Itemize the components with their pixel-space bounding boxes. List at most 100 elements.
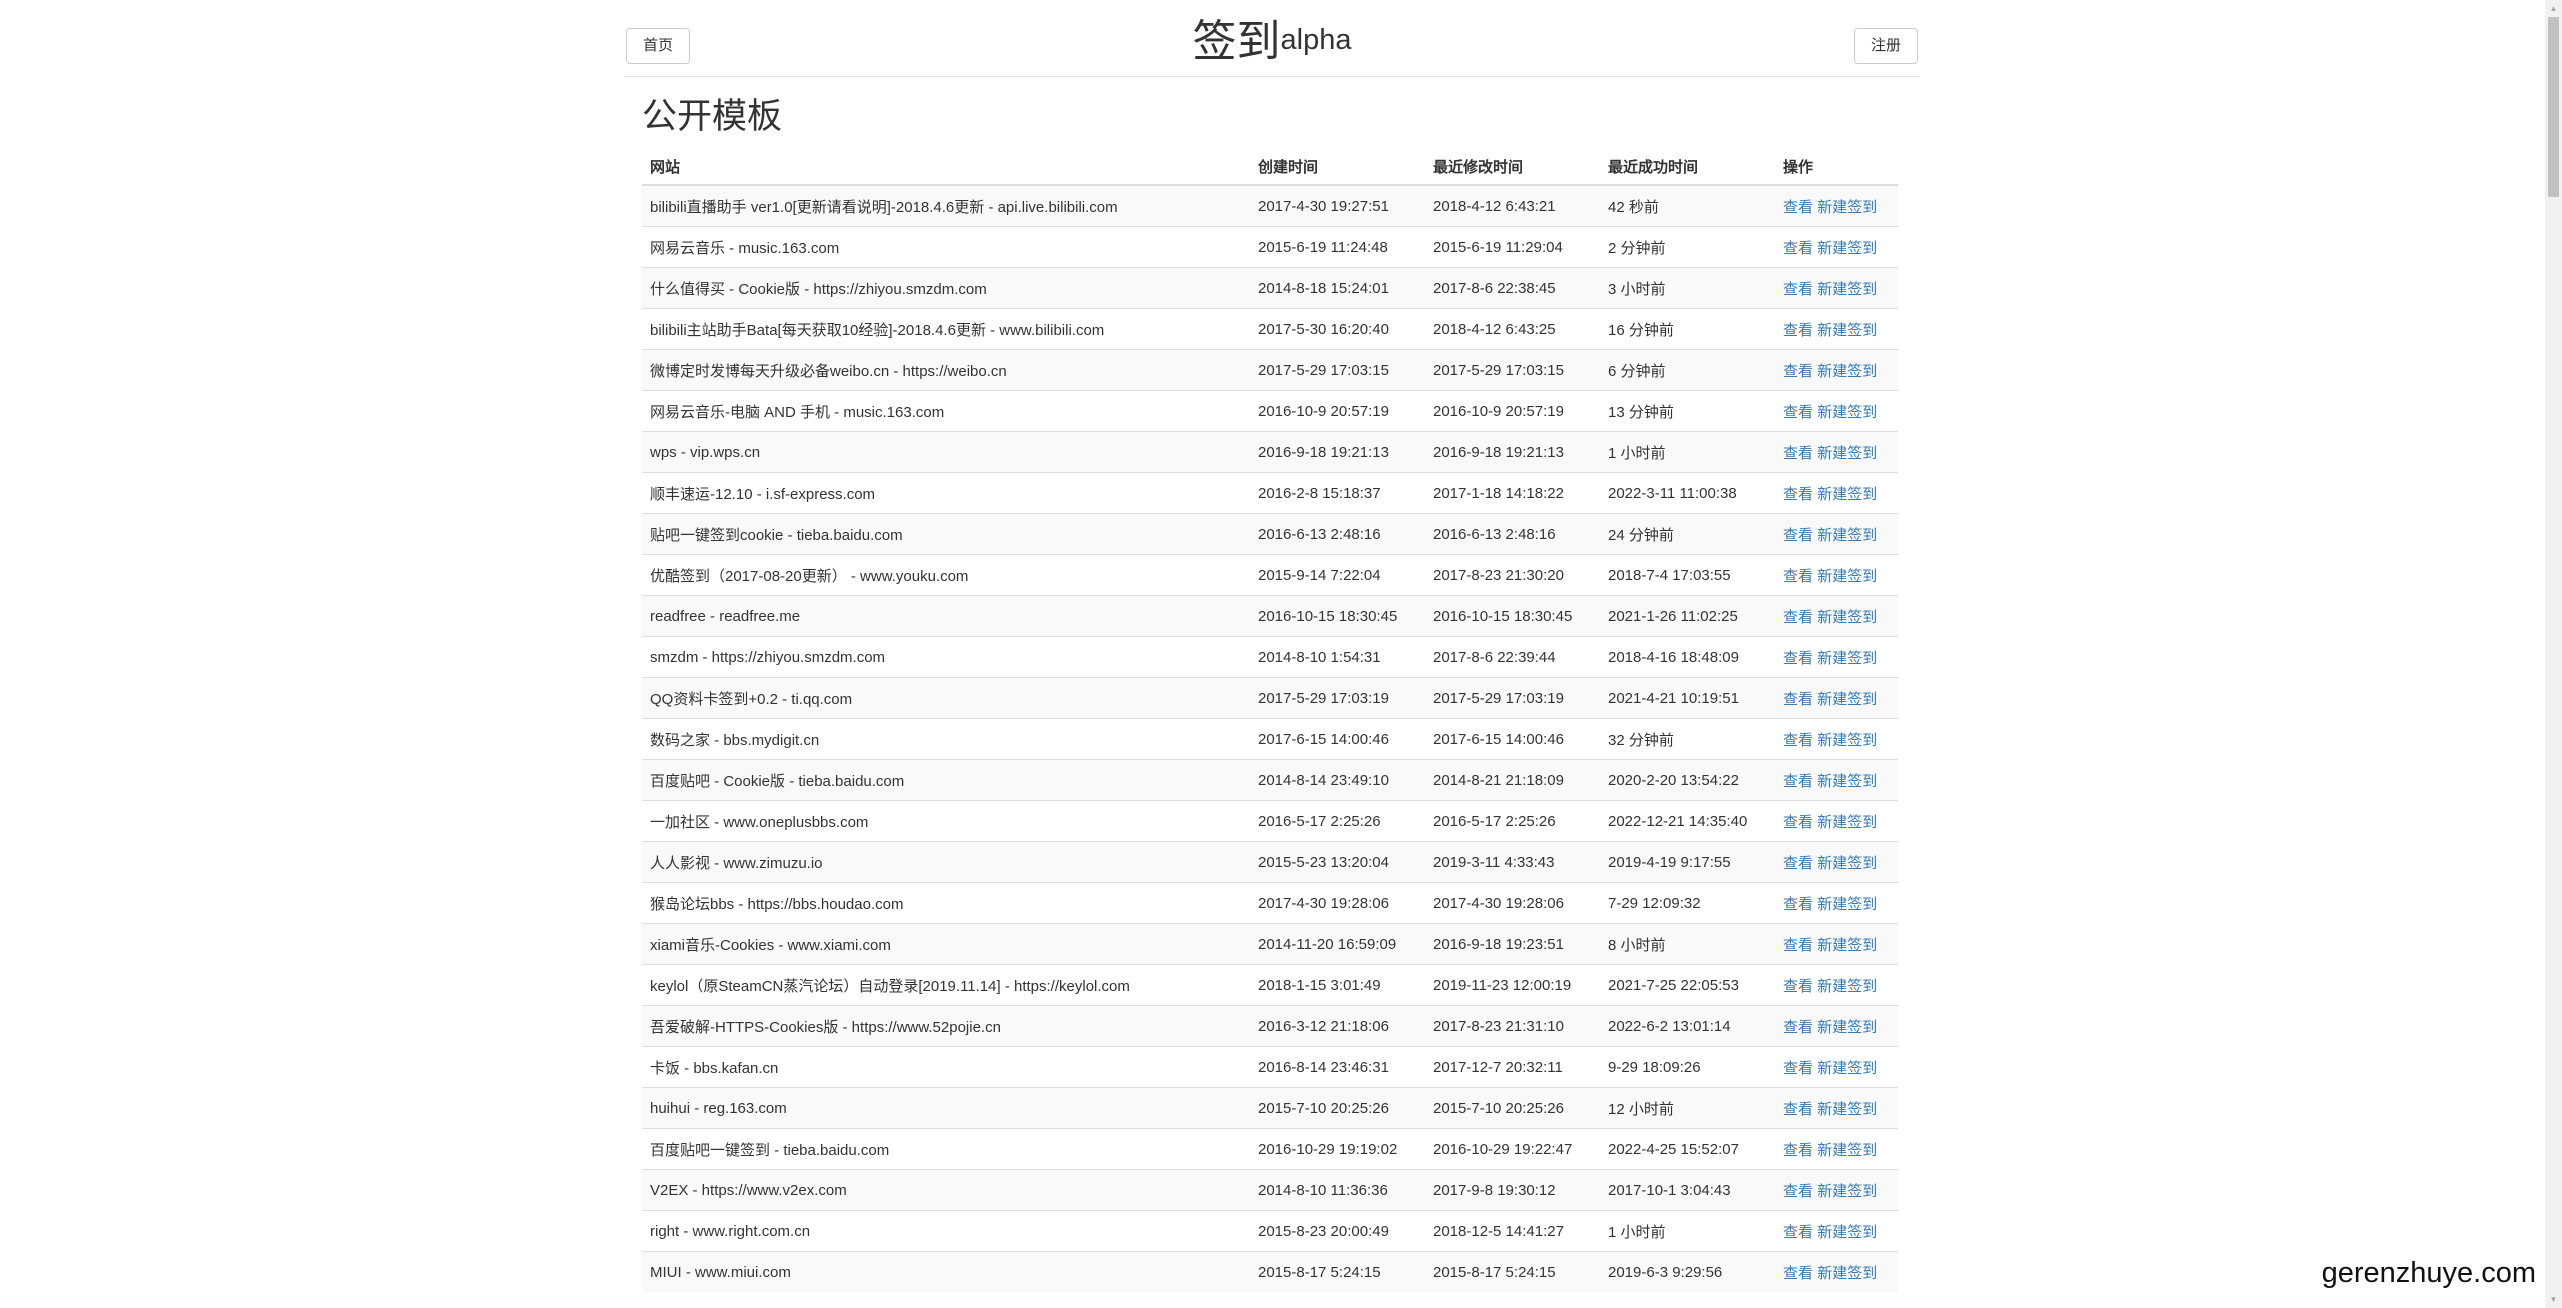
view-link[interactable]: 查看 [1783,609,1813,626]
new-checkin-link[interactable]: 新建签到 [1817,650,1877,667]
view-link[interactable]: 查看 [1783,568,1813,585]
view-link[interactable]: 查看 [1783,1265,1813,1282]
new-checkin-link[interactable]: 新建签到 [1817,937,1877,954]
site-cell: 猴岛论坛bbs - https://bbs.houdao.com [642,882,1250,924]
modified-time-cell: 2016-10-29 19:22:47 [1425,1128,1600,1170]
new-checkin-link[interactable]: 新建签到 [1817,1101,1877,1118]
view-link[interactable]: 查看 [1783,281,1813,298]
view-link[interactable]: 查看 [1783,896,1813,913]
table-row: keylol（原SteamCN蒸汽论坛）自动登录[2019.11.14] - h… [642,964,1898,1006]
site-cell: 优酷签到（2017-08-20更新） - www.youku.com [642,554,1250,596]
new-checkin-link[interactable]: 新建签到 [1817,1019,1877,1036]
modified-time-cell: 2017-5-29 17:03:15 [1425,349,1600,391]
view-link[interactable]: 查看 [1783,691,1813,708]
site-cell: 一加社区 - www.oneplusbbs.com [642,800,1250,842]
new-checkin-link[interactable]: 新建签到 [1817,896,1877,913]
view-link[interactable]: 查看 [1783,363,1813,380]
new-checkin-link[interactable]: 新建签到 [1817,445,1877,462]
modified-time-cell: 2018-12-5 14:41:27 [1425,1210,1600,1252]
view-link[interactable]: 查看 [1783,855,1813,872]
site-cell: 百度贴吧 - Cookie版 - tieba.baidu.com [642,759,1250,801]
actions-cell: 查看 新建签到 [1775,800,1898,842]
success-time-cell: 2022-6-2 13:01:14 [1600,1005,1775,1047]
view-link[interactable]: 查看 [1783,732,1813,749]
new-checkin-link[interactable]: 新建签到 [1817,486,1877,503]
column-header-success: 最近成功时间 [1600,148,1775,186]
view-link[interactable]: 查看 [1783,1101,1813,1118]
new-checkin-link[interactable]: 新建签到 [1817,1142,1877,1159]
table-row: 百度贴吧一键签到 - tieba.baidu.com 2016-10-29 19:… [642,1128,1898,1170]
new-checkin-link[interactable]: 新建签到 [1817,978,1877,995]
view-link[interactable]: 查看 [1783,978,1813,995]
new-checkin-link[interactable]: 新建签到 [1817,609,1877,626]
view-link[interactable]: 查看 [1783,1183,1813,1200]
created-time-cell: 2018-1-15 3:01:49 [1250,964,1425,1006]
table-row: MIUI - www.miui.com 2015-8-17 5:24:15 2015… [642,1251,1898,1292]
created-time-cell: 2016-10-29 19:19:02 [1250,1128,1425,1170]
new-checkin-link[interactable]: 新建签到 [1817,691,1877,708]
view-link[interactable]: 查看 [1783,240,1813,257]
view-link[interactable]: 查看 [1783,404,1813,421]
modified-time-cell: 2014-8-21 21:18:09 [1425,759,1600,801]
new-checkin-link[interactable]: 新建签到 [1817,322,1877,339]
new-checkin-link[interactable]: 新建签到 [1817,527,1877,544]
view-link[interactable]: 查看 [1783,445,1813,462]
modified-time-cell: 2016-10-15 18:30:45 [1425,595,1600,637]
view-link[interactable]: 查看 [1783,773,1813,790]
new-checkin-link[interactable]: 新建签到 [1817,363,1877,380]
created-time-cell: 2016-3-12 21:18:06 [1250,1005,1425,1047]
new-checkin-link[interactable]: 新建签到 [1817,1265,1877,1282]
table-row: right - www.right.com.cn 2015-8-23 20:00:… [642,1210,1898,1252]
view-link[interactable]: 查看 [1783,1224,1813,1241]
view-link[interactable]: 查看 [1783,199,1813,216]
table-row: 微博定时发博每天升级必备weibo.cn - https://weibo.cn 2… [642,349,1898,391]
view-link[interactable]: 查看 [1783,1142,1813,1159]
vertical-scrollbar[interactable]: ▲ ▼ [2545,0,2562,1308]
view-link[interactable]: 查看 [1783,937,1813,954]
new-checkin-link[interactable]: 新建签到 [1817,404,1877,421]
scroll-up-arrow-icon[interactable]: ▲ [2545,0,2562,17]
success-time-cell: 2020-2-20 13:54:22 [1600,759,1775,801]
view-link[interactable]: 查看 [1783,814,1813,831]
success-time-cell: 1 小时前 [1600,431,1775,473]
modified-time-cell: 2016-9-18 19:23:51 [1425,923,1600,965]
created-time-cell: 2016-10-9 20:57:19 [1250,390,1425,432]
new-checkin-link[interactable]: 新建签到 [1817,568,1877,585]
table-row: 顺丰速运-12.10 - i.sf-express.com 2016-2-8 15… [642,472,1898,514]
view-link[interactable]: 查看 [1783,1060,1813,1077]
success-time-cell: 16 分钟前 [1600,308,1775,350]
success-time-cell: 3 小时前 [1600,267,1775,309]
new-checkin-link[interactable]: 新建签到 [1817,281,1877,298]
new-checkin-link[interactable]: 新建签到 [1817,1060,1877,1077]
new-checkin-link[interactable]: 新建签到 [1817,1224,1877,1241]
new-checkin-link[interactable]: 新建签到 [1817,199,1877,216]
created-time-cell: 2014-8-10 1:54:31 [1250,636,1425,678]
actions-cell: 查看 新建签到 [1775,677,1898,719]
view-link[interactable]: 查看 [1783,322,1813,339]
new-checkin-link[interactable]: 新建签到 [1817,773,1877,790]
new-checkin-link[interactable]: 新建签到 [1817,732,1877,749]
site-cell: right - www.right.com.cn [642,1210,1250,1252]
view-link[interactable]: 查看 [1783,1019,1813,1036]
site-cell: MIUI - www.miui.com [642,1251,1250,1292]
created-time-cell: 2015-5-23 13:20:04 [1250,841,1425,883]
new-checkin-link[interactable]: 新建签到 [1817,240,1877,257]
success-time-cell: 2019-4-19 9:17:55 [1600,841,1775,883]
modified-time-cell: 2018-4-12 6:43:21 [1425,184,1600,227]
main-container: 首页 签到alpha 注册 公开模板 网站 创建时间 最近修改时间 最近成功时间… [624,0,1920,1292]
actions-cell: 查看 新建签到 [1775,390,1898,432]
scroll-down-arrow-icon[interactable]: ▼ [2545,1291,2562,1308]
new-checkin-link[interactable]: 新建签到 [1817,814,1877,831]
created-time-cell: 2014-8-10 11:36:36 [1250,1169,1425,1211]
register-button[interactable]: 注册 [1853,28,1918,64]
view-link[interactable]: 查看 [1783,527,1813,544]
view-link[interactable]: 查看 [1783,486,1813,503]
scroll-thumb[interactable] [2548,17,2559,197]
success-time-cell: 7-29 12:09:32 [1600,882,1775,924]
table-row: 优酷签到（2017-08-20更新） - www.youku.com 2015-9… [642,554,1898,596]
modified-time-cell: 2017-12-7 20:32:11 [1425,1046,1600,1088]
new-checkin-link[interactable]: 新建签到 [1817,1183,1877,1200]
new-checkin-link[interactable]: 新建签到 [1817,855,1877,872]
site-cell: 数码之家 - bbs.mydigit.cn [642,718,1250,760]
view-link[interactable]: 查看 [1783,650,1813,667]
